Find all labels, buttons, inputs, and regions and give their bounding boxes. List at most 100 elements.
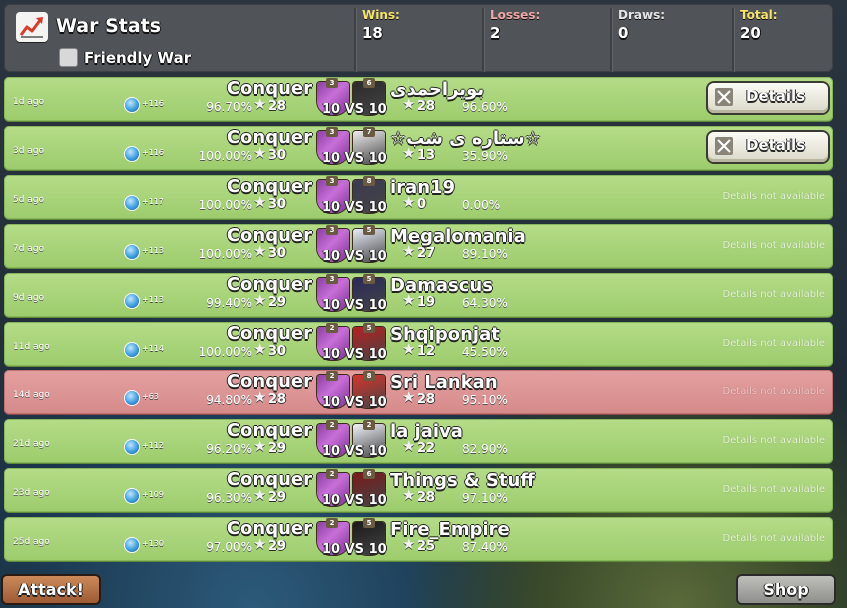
details-unavailable: Details not available bbox=[722, 484, 825, 495]
opponent-stars: 0 bbox=[417, 197, 427, 212]
trophy-gain: +113 bbox=[142, 295, 164, 304]
trophy-gain: +63 bbox=[142, 392, 159, 401]
divider bbox=[732, 8, 735, 72]
war-age: 11d ago bbox=[13, 342, 50, 352]
total-label: Total: bbox=[740, 8, 778, 22]
war-row[interactable]: 23d ago +109 Conquer 96.30% ★ 29 2 6 10 VS 10 Thi… bbox=[4, 468, 833, 512]
star-icon: ★ bbox=[402, 388, 416, 406]
our-clan-level: 2 bbox=[326, 323, 338, 333]
opponent-clan-level: 8 bbox=[363, 371, 375, 381]
opponent-stars: 28 bbox=[417, 392, 436, 407]
draws-value: 0 bbox=[618, 24, 629, 42]
star-icon: ★ bbox=[253, 486, 267, 504]
opponent-clan-level: 5 bbox=[363, 274, 375, 284]
draws-stat: Draws: 0 bbox=[618, 8, 665, 72]
details-unavailable: Details not available bbox=[722, 240, 825, 251]
our-stars: 29 bbox=[268, 295, 287, 310]
friendly-war-checkbox[interactable] bbox=[59, 48, 78, 67]
war-size: 10 VS 10 bbox=[322, 298, 387, 313]
trophy-gain: +113 bbox=[142, 246, 164, 255]
our-clan-level: 3 bbox=[326, 225, 338, 235]
star-icon: ★ bbox=[253, 95, 267, 113]
star-icon: ★ bbox=[402, 437, 416, 455]
war-age: 23d ago bbox=[13, 488, 50, 498]
war-age: 3d ago bbox=[13, 146, 45, 156]
war-row[interactable]: 14d ago +63 Conquer 94.80% ★ 28 2 8 10 VS 10 Sri … bbox=[4, 370, 833, 414]
war-row[interactable]: 11d ago +114 Conquer 100.00% ★ 30 2 5 10 VS 10 Sh… bbox=[4, 322, 833, 366]
divider bbox=[610, 8, 613, 72]
opponent-destruction: 95.10% bbox=[462, 393, 508, 407]
war-age: 1d ago bbox=[13, 97, 45, 107]
trophy-gain: +130 bbox=[142, 539, 164, 548]
war-age: 25d ago bbox=[13, 537, 50, 547]
opponent-clan-level: 5 bbox=[363, 323, 375, 333]
trophy-gem-icon bbox=[125, 489, 139, 503]
our-destruction: 100.00% bbox=[198, 345, 252, 359]
our-clan-level: 3 bbox=[326, 78, 338, 88]
war-size: 10 VS 10 bbox=[322, 200, 387, 215]
crossed-swords-icon bbox=[715, 88, 733, 106]
war-size: 10 VS 10 bbox=[322, 493, 387, 508]
our-destruction: 96.70% bbox=[206, 100, 252, 114]
star-icon: ★ bbox=[253, 291, 267, 309]
total-value: 20 bbox=[740, 24, 761, 42]
opponent-name: la jaiva bbox=[390, 421, 463, 442]
page-title: War Stats bbox=[56, 15, 162, 37]
trophy-gain: +112 bbox=[142, 441, 164, 450]
opponent-clan-level: 2 bbox=[363, 420, 375, 430]
trophy-gem-icon bbox=[125, 196, 139, 210]
trophy-gem-icon bbox=[125, 98, 139, 112]
war-row[interactable]: 1d ago +116 Conquer 96.70% ★ 28 3 6 10 VS 10 بوير… bbox=[4, 77, 833, 121]
attack-button[interactable]: Attack! bbox=[3, 576, 99, 603]
war-size: 10 VS 10 bbox=[322, 151, 387, 166]
trophy-gain: +117 bbox=[142, 197, 164, 206]
trophy-gem-icon bbox=[125, 245, 139, 259]
war-age: 9d ago bbox=[13, 293, 45, 303]
star-icon: ★ bbox=[402, 340, 416, 358]
opponent-destruction: 96.60% bbox=[462, 100, 508, 114]
war-row[interactable]: 3d ago +116 Conquer 100.00% ★ 30 3 7 10 VS 10 ☆ست… bbox=[4, 126, 833, 170]
divider bbox=[482, 8, 485, 72]
opponent-clan-level: 7 bbox=[363, 127, 375, 137]
details-button[interactable]: Details bbox=[708, 83, 828, 113]
our-stars: 30 bbox=[268, 246, 287, 261]
details-label: Details bbox=[746, 136, 806, 154]
war-size: 10 VS 10 bbox=[322, 444, 387, 459]
star-icon: ★ bbox=[253, 242, 267, 260]
details-unavailable: Details not available bbox=[722, 435, 825, 446]
our-stars: 28 bbox=[268, 99, 287, 114]
war-age: 21d ago bbox=[13, 439, 50, 449]
details-label: Details bbox=[746, 87, 806, 105]
war-row[interactable]: 21d ago +112 Conquer 96.20% ★ 29 2 2 10 VS 10 la … bbox=[4, 419, 833, 463]
our-destruction: 100.00% bbox=[198, 247, 252, 261]
crossed-swords-icon bbox=[715, 137, 733, 155]
opponent-stars: 27 bbox=[417, 246, 436, 261]
trophy-gem-icon bbox=[125, 294, 139, 308]
star-icon: ★ bbox=[253, 388, 267, 406]
war-row[interactable]: 7d ago +113 Conquer 100.00% ★ 30 3 5 10 VS 10 Meg… bbox=[4, 224, 833, 268]
war-row[interactable]: 25d ago +130 Conquer 97.00% ★ 29 2 5 10 VS 10 Fir… bbox=[4, 517, 833, 561]
star-icon: ★ bbox=[402, 242, 416, 260]
our-destruction: 97.00% bbox=[206, 540, 252, 554]
war-size: 10 VS 10 bbox=[322, 347, 387, 362]
our-stars: 29 bbox=[268, 490, 287, 505]
our-stars: 29 bbox=[268, 539, 287, 554]
opponent-clan-level: 8 bbox=[363, 176, 375, 186]
shop-button[interactable]: Shop bbox=[738, 576, 834, 603]
our-destruction: 100.00% bbox=[198, 149, 252, 163]
war-row[interactable]: 9d ago +113 Conquer 99.40% ★ 29 3 5 10 VS 10 Dama… bbox=[4, 273, 833, 317]
trophy-gain: +109 bbox=[142, 490, 164, 499]
star-icon: ★ bbox=[402, 193, 416, 211]
trophy-gem-icon bbox=[125, 343, 139, 357]
our-clan-level: 2 bbox=[326, 518, 338, 528]
wins-value: 18 bbox=[362, 24, 383, 42]
draws-label: Draws: bbox=[618, 8, 666, 22]
war-row[interactable]: 5d ago +117 Conquer 100.00% ★ 30 3 8 10 VS 10 ira… bbox=[4, 175, 833, 219]
opponent-destruction: 35.90% bbox=[462, 149, 508, 163]
details-button[interactable]: Details bbox=[708, 132, 828, 162]
opponent-stars: 13 bbox=[417, 148, 436, 163]
star-icon: ★ bbox=[253, 340, 267, 358]
opponent-stars: 25 bbox=[417, 539, 436, 554]
war-age: 7d ago bbox=[13, 244, 45, 254]
war-size: 10 VS 10 bbox=[322, 249, 387, 264]
